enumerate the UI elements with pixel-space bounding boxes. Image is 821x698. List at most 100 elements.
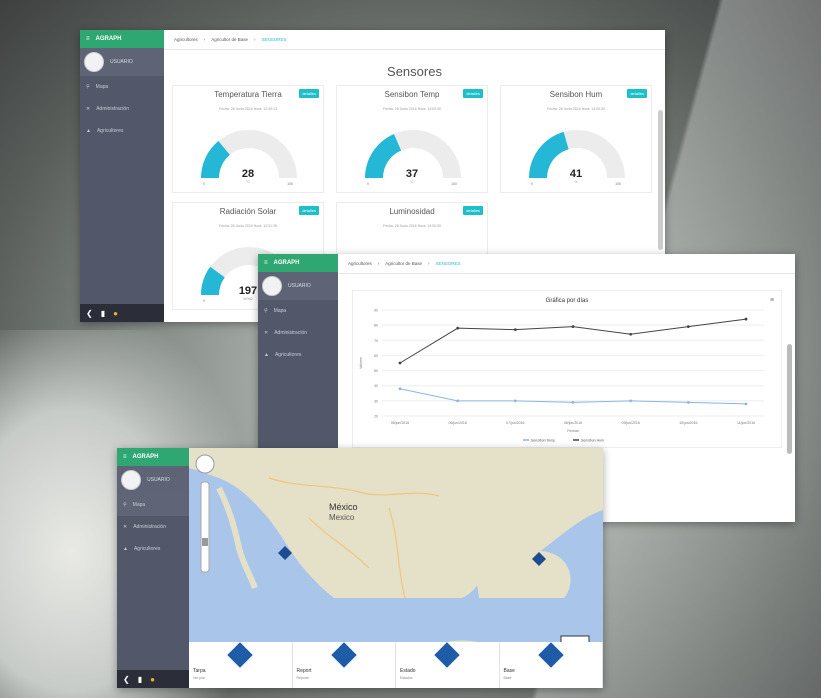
sensor-card: Temperatura Tierra detalles Fecha: 26 Ju…	[172, 85, 324, 193]
details-button[interactable]: detalles	[299, 89, 319, 98]
sidebar-item-administracion[interactable]: ✕ Administración	[258, 322, 338, 344]
gauge-max: 100	[615, 182, 621, 186]
sidebar-item-label: Agricultores	[133, 546, 161, 552]
legend-label: Sensibon Hum	[581, 439, 604, 443]
map-tab[interactable]: Base Base	[500, 642, 603, 688]
brand-bar[interactable]: ≡ AGRAPH	[80, 30, 164, 48]
map-tab[interactable]: Report Reporte	[293, 642, 396, 688]
map-tab-subtitle: Ver pila	[193, 676, 205, 680]
agraph-logo-icon	[330, 642, 357, 668]
user-icon: ▲	[86, 128, 91, 134]
phone-icon[interactable]: ▮	[138, 675, 142, 684]
breadcrumb-item[interactable]: Agricultores	[348, 261, 372, 266]
series-point	[571, 325, 575, 329]
breadcrumb: Agricultores › Agricultor de Base › SENSOR…	[164, 30, 665, 50]
agraph-logo-icon	[227, 642, 253, 668]
details-button[interactable]: detalles	[299, 206, 319, 215]
gauge-value: 37	[405, 168, 419, 180]
location-icon: ⚲	[123, 502, 127, 508]
tools-icon: ✕	[123, 524, 128, 530]
map-tab-title: Tarpa	[193, 668, 206, 674]
breadcrumb: Agricultores › Agricultor de Base › SENSOR…	[338, 254, 795, 274]
breadcrumb-item[interactable]: Agricultores	[174, 37, 198, 42]
sidebar: ≡ AGRAPH USUARIO ⚲ Mapa ✕ Administración ▲ A…	[80, 30, 164, 322]
user-icon: ▲	[123, 546, 128, 552]
x-tick-label: 10/jun/2016	[679, 421, 697, 425]
user-panel[interactable]: USUARIO	[80, 48, 164, 76]
breadcrumb-item[interactable]: Agricultor de Base	[211, 37, 248, 42]
gauge-min: 0	[531, 182, 533, 186]
sidebar-item-mapa[interactable]: ⚲ Mapa	[117, 494, 189, 516]
avatar	[262, 276, 282, 296]
brand-label: AGRAPH	[273, 260, 300, 266]
user-name: USUARIO	[110, 59, 133, 65]
scrollbar[interactable]	[787, 344, 792, 454]
y-tick-label: 70	[374, 339, 378, 343]
details-button[interactable]: detalles	[463, 89, 483, 98]
user-panel[interactable]: USUARIO	[117, 466, 189, 494]
map-label-country: México	[329, 502, 358, 512]
series-point	[456, 399, 460, 403]
line-chart: Gráfica por días ≡ 20 30 40 50 60 70 80 90 05/jun/…	[352, 290, 782, 448]
settings-icon[interactable]: ●	[113, 309, 118, 318]
series-point	[686, 325, 690, 329]
series-point	[398, 387, 402, 391]
sidebar-item-label: Mapa	[273, 308, 287, 314]
y-axis-label: Valores	[359, 357, 363, 369]
gauge-unit: %	[574, 180, 578, 184]
series-point	[629, 332, 633, 336]
details-button[interactable]: detalles	[627, 89, 647, 98]
details-button[interactable]: detalles	[463, 206, 483, 215]
map-tab-title: Base	[503, 668, 515, 674]
map-window: ≡ AGRAPH USUARIO ⚲ Mapa ✕ Administración ▲ A…	[117, 448, 603, 688]
sidebar-item-mapa[interactable]: ⚲ Mapa	[80, 76, 164, 98]
gauge-unit: °C	[410, 180, 414, 184]
gauge-min: 0	[203, 299, 205, 303]
y-tick-label: 40	[374, 384, 378, 388]
sidebar-footer: ❮ ▮ ●	[117, 670, 189, 688]
back-icon[interactable]: ❮	[86, 309, 93, 318]
menu-icon: ≡	[86, 36, 90, 42]
map-label-country-alt: Mexico	[329, 513, 355, 522]
y-tick-label: 20	[374, 415, 378, 419]
map-tab[interactable]: Tarpa Ver pila	[189, 642, 293, 688]
y-tick-label: 90	[374, 309, 378, 313]
user-panel[interactable]: USUARIO	[258, 272, 338, 300]
brand-bar[interactable]: ≡ AGRAPH	[258, 254, 338, 272]
gauge-min: 0	[203, 182, 205, 186]
breadcrumb-item[interactable]: Agricultor de Base	[385, 261, 422, 266]
series-point	[629, 399, 633, 403]
legend-label: Sensibon Temp	[531, 439, 555, 443]
series-point	[513, 399, 517, 403]
brand-label: AGRAPH	[132, 454, 159, 460]
sidebar-item-agricultores[interactable]: ▲ Agricultores	[80, 120, 164, 142]
sidebar-item-mapa[interactable]: ⚲ Mapa	[258, 300, 338, 322]
sidebar-item-label: Agricultores	[96, 128, 124, 134]
settings-icon[interactable]: ●	[150, 675, 155, 684]
scrollbar[interactable]	[658, 110, 663, 250]
sidebar-item-agricultores[interactable]: ▲ Agricultores	[117, 538, 189, 560]
sidebar-item-label: Administración	[274, 330, 307, 336]
sidebar-item-administracion[interactable]: ✕ Administración	[80, 98, 164, 120]
gauge-max: 100	[287, 182, 293, 186]
phone-icon[interactable]: ▮	[101, 309, 105, 318]
sidebar-footer: ❮ ▮ ●	[80, 304, 164, 322]
x-tick-label: 08/jun/2016	[564, 421, 582, 425]
sensor-card: Sensibon Hum detalles Fecha: 26 Junio 20…	[500, 85, 652, 193]
sidebar-item-administracion[interactable]: ✕ Administración	[117, 516, 189, 538]
map-tab[interactable]: Estado Estados	[396, 642, 500, 688]
y-tick-label: 50	[374, 369, 378, 373]
user-icon: ▲	[264, 352, 269, 358]
avatar	[121, 470, 141, 490]
back-icon[interactable]: ❮	[123, 675, 130, 684]
chart-menu-icon: ≡	[770, 297, 774, 304]
location-icon: ⚲	[264, 308, 268, 314]
brand-bar[interactable]: ≡ AGRAPH	[117, 448, 189, 466]
x-tick-label: 07/jun/2016	[506, 421, 524, 425]
y-tick-label: 60	[374, 354, 378, 358]
user-name: USUARIO	[147, 477, 170, 483]
sidebar-item-agricultores[interactable]: ▲ Agricultores	[258, 344, 338, 366]
sidebar-item-label: Administración	[96, 106, 129, 112]
menu-icon: ≡	[264, 260, 268, 266]
series-point	[571, 400, 575, 404]
